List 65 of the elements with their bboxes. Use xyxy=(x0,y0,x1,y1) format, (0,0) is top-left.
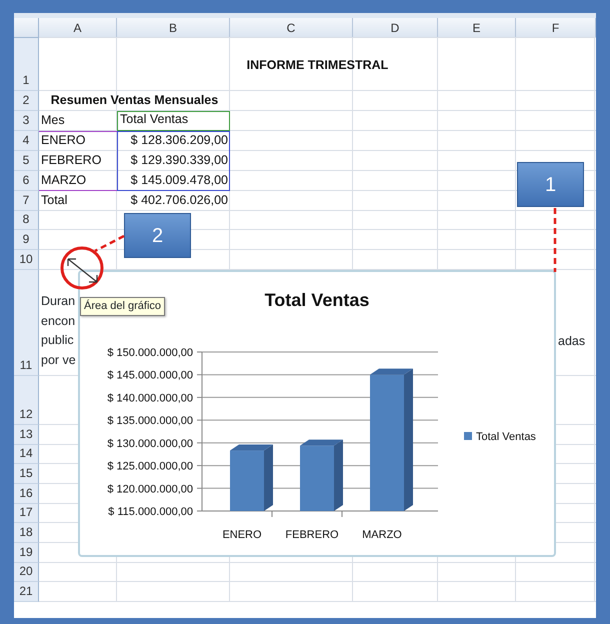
row-header[interactable]: 10 xyxy=(14,250,39,270)
category-label: ENERO xyxy=(222,529,262,541)
axis-label: $ 115.000.000,00 xyxy=(108,506,193,518)
row-header[interactable]: 15 xyxy=(14,464,39,484)
category-label: MARZO xyxy=(362,529,402,541)
table-title: Resumen Ventas Mensuales xyxy=(50,92,220,110)
row-header[interactable]: 21 xyxy=(14,582,39,602)
table-cell: Total Ventas xyxy=(117,111,230,131)
cell-text-line: adas xyxy=(558,333,586,349)
category-label: FEBRERO xyxy=(285,529,339,541)
cell-text-line: encon xyxy=(41,312,76,330)
column-header[interactable]: B xyxy=(117,18,230,38)
callout-box: 1 xyxy=(517,162,584,207)
axis-label: $ 120.000.000,00 xyxy=(107,483,193,496)
axis-label: $ 145.000.000,00 xyxy=(107,370,193,382)
row-header[interactable]: 3 xyxy=(14,111,39,131)
axis-label: $ 135.000.000,00 xyxy=(107,415,193,428)
table-cell-text: ENERO xyxy=(40,132,86,150)
row-header[interactable]: 8 xyxy=(14,211,39,230)
row-header[interactable]: 17 xyxy=(14,504,39,523)
row-header[interactable]: 12 xyxy=(14,376,39,425)
axis-label: $ 140.000.000,00 xyxy=(107,392,193,404)
chart-title: Total Ventas xyxy=(264,290,370,310)
table-cell-text: $ 128.306.209,00 xyxy=(130,132,229,150)
leader-line xyxy=(554,208,556,272)
row-header[interactable]: 2 xyxy=(14,91,39,111)
table-cell-text: MARZO xyxy=(40,172,88,190)
axis-label: $ 125.000.000,00 xyxy=(107,460,193,473)
column-header[interactable]: F xyxy=(516,18,596,38)
row-header[interactable]: 6 xyxy=(14,171,39,191)
column-header[interactable]: E xyxy=(438,18,516,38)
row-header[interactable]: 11 xyxy=(14,270,39,376)
table-cell-text: FEBRERO xyxy=(40,152,102,170)
tooltip: Área del gráfico xyxy=(80,297,166,316)
row-header[interactable]: 7 xyxy=(14,191,39,211)
cell-text-line: por ve xyxy=(41,352,76,369)
row-header[interactable]: 19 xyxy=(14,543,39,563)
row-header[interactable]: 1 xyxy=(14,38,39,91)
table-cell-text: Mes xyxy=(40,112,66,130)
row-header[interactable]: 18 xyxy=(14,523,39,543)
cell-text-line: Duran xyxy=(41,293,76,310)
select-all-corner[interactable] xyxy=(14,18,39,38)
row-header[interactable]: 13 xyxy=(14,425,39,445)
resize-cursor-icon xyxy=(67,258,98,283)
table-cell-text: Total xyxy=(40,192,68,210)
legend-label: Total Ventas xyxy=(476,431,536,443)
row-header[interactable]: 14 xyxy=(14,445,39,464)
row-header[interactable]: 5 xyxy=(14,151,39,171)
row-header[interactable]: 4 xyxy=(14,131,39,151)
table-cell-text: $ 402.706.026,00 xyxy=(130,192,229,210)
callout-box: 2 xyxy=(124,213,191,258)
highlight-circle xyxy=(60,246,104,290)
sheet-title: INFORME TRIMESTRAL xyxy=(246,57,390,74)
column-header[interactable]: D xyxy=(353,18,438,38)
axis-label: $ 150.000.000,00 xyxy=(107,347,193,359)
column-header[interactable]: C xyxy=(230,18,353,38)
leader-line xyxy=(94,234,125,252)
cell-text-line: public xyxy=(41,332,74,349)
row-header[interactable]: 20 xyxy=(14,563,39,582)
axis-label: $ 130.000.000,00 xyxy=(107,438,193,450)
row-header[interactable]: 9 xyxy=(14,230,39,250)
column-header[interactable]: A xyxy=(39,18,117,38)
table-cell-text: $ 145.009.478,00 xyxy=(130,172,229,190)
table-cell-text: $ 129.390.339,00 xyxy=(130,152,229,170)
row-header[interactable]: 16 xyxy=(14,484,39,504)
